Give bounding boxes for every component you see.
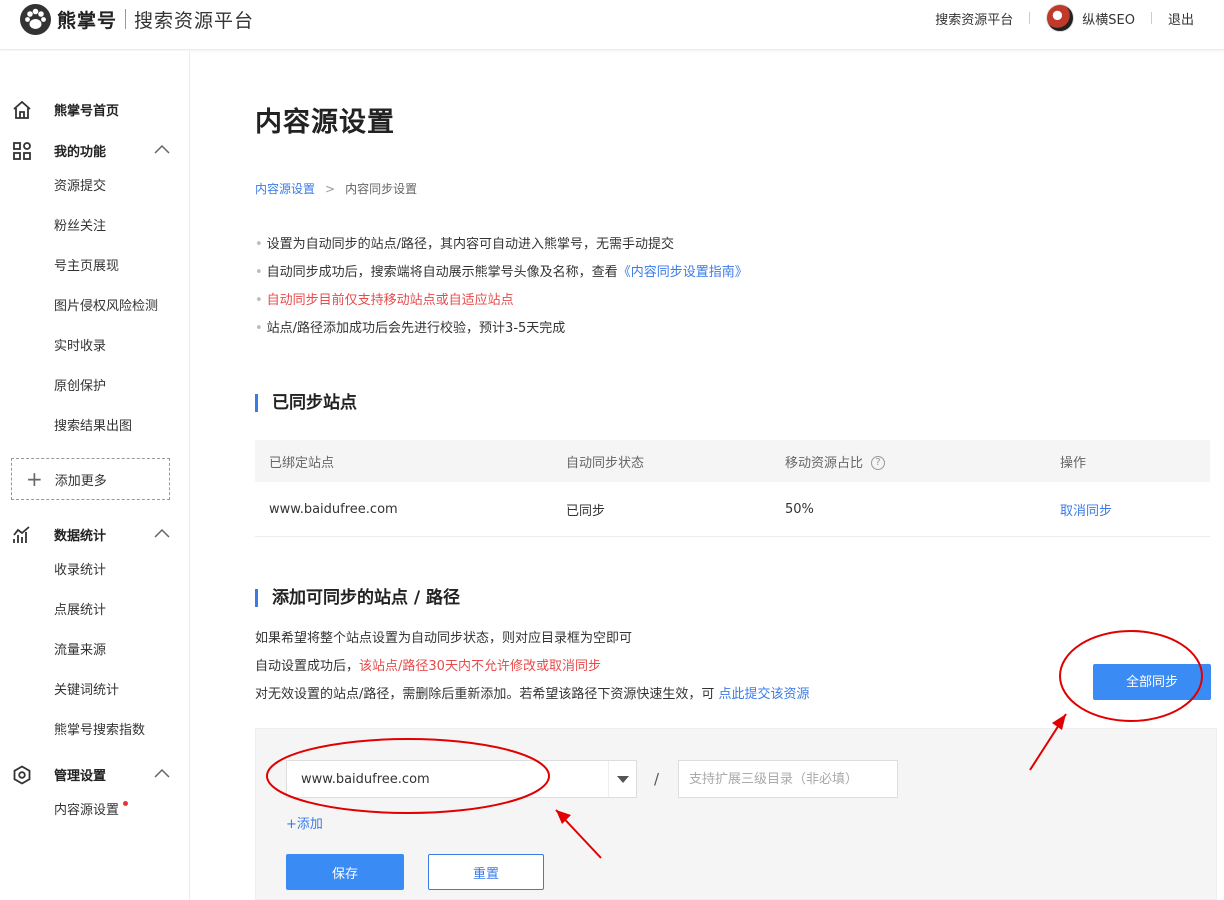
table-row: www.baidufree.com 已同步 50% 取消同步 xyxy=(255,482,1210,537)
breadcrumb: 内容源设置 > 内容同步设置 xyxy=(255,180,417,197)
sidebar-item-traffic-source[interactable]: 流量来源 xyxy=(54,641,106,661)
note-item: 自动同步成功后，搜索端将自动展示熊掌号头像及名称，查看《内容同步设置指南》 xyxy=(255,264,748,292)
breadcrumb-root[interactable]: 内容源设置 xyxy=(255,182,315,196)
nav-platform-link[interactable]: 搜索资源平台 xyxy=(935,9,1013,28)
paw-logo-icon xyxy=(20,3,51,35)
sidebar-item-keyword-stats[interactable]: 关键词统计 xyxy=(54,681,119,701)
cell-status: 已同步 xyxy=(566,503,606,519)
sidebar-item-label: 熊掌号首页 xyxy=(54,103,120,119)
column-header-label: 移动资源占比 xyxy=(785,455,864,471)
sidebar-group-label: 管理设置 xyxy=(54,768,107,784)
sidebar-item-search-index[interactable]: 熊掌号搜索指数 xyxy=(54,721,145,741)
logout-link[interactable]: 退出 xyxy=(1168,9,1194,28)
logo[interactable]: 熊掌号 搜索资源平台 xyxy=(20,3,255,35)
sidebar-item-home[interactable]: 熊掌号首页 xyxy=(0,94,190,124)
site-select-value: www.baidufree.com xyxy=(301,771,430,787)
sidebar-group-my-functions[interactable]: 我的功能 xyxy=(0,135,190,165)
brand-name: 熊掌号 xyxy=(57,9,118,32)
breadcrumb-current: 内容同步设置 xyxy=(345,182,418,196)
add-more-button[interactable]: + 添加更多 xyxy=(11,458,170,500)
sidebar-item-label: 内容源设置 xyxy=(54,803,120,818)
nav-divider xyxy=(1150,12,1152,24)
username[interactable]: 纵横SEO xyxy=(1082,9,1135,28)
column-header: 已绑定站点 xyxy=(269,455,335,471)
desc-text: 自动设置成功后， xyxy=(255,659,360,674)
chevron-up-icon[interactable] xyxy=(154,528,170,538)
submit-resource-link[interactable]: 点此提交该资源 xyxy=(719,687,810,702)
new-dot-badge xyxy=(123,801,129,806)
notes-list: 设置为自动同步的站点/路径，其内容可自动进入熊掌号，无需手动提交 自动同步成功后… xyxy=(255,236,748,348)
home-icon xyxy=(13,100,31,119)
brand-divider xyxy=(125,9,127,29)
add-more-label: 添加更多 xyxy=(54,473,107,489)
chevron-up-icon[interactable] xyxy=(154,144,170,154)
cancel-sync-link[interactable]: 取消同步 xyxy=(1060,500,1112,519)
desc-line: 如果希望将整个站点设置为自动同步状态，则对应目录框为空即可 xyxy=(255,631,633,646)
sidebar: 熊掌号首页 我的功能 资源提交 粉丝关注 号主页展现 图片侵权风险检测 实时收录… xyxy=(0,51,190,900)
sidebar-item-content-source[interactable]: 内容源设置 xyxy=(54,801,129,821)
desc-line: 自动设置成功后，该站点/路径30天内不允许修改或取消同步 xyxy=(255,658,810,686)
column-header: 自动同步状态 xyxy=(566,455,645,471)
note-item-warning: 自动同步目前仅支持移动站点或自适应站点 xyxy=(255,292,748,320)
note-text: 自动同步成功后，搜索端将自动展示熊掌号头像及名称，查看 xyxy=(266,265,618,280)
chevron-up-icon[interactable] xyxy=(154,768,170,778)
site-select[interactable]: www.baidufree.com xyxy=(286,760,637,798)
sidebar-group-manage[interactable]: 管理设置 xyxy=(0,759,190,789)
add-description: 如果希望将整个站点设置为自动同步状态，则对应目录框为空即可 自动设置成功后，该站… xyxy=(255,630,810,714)
desc-line: 对无效设置的站点/路径，需删除后重新添加。若希望该路径下资源快速生效，可 点此提… xyxy=(255,686,810,714)
add-site-form: www.baidufree.com / +添加 保存 重置 xyxy=(255,728,1217,900)
grid-icon xyxy=(13,142,31,160)
page-title: 内容源设置 xyxy=(255,107,395,138)
cell-ratio: 50% xyxy=(785,501,814,517)
desc-text: 对无效设置的站点/路径，需删除后重新添加。若希望该路径下资源快速生效，可 xyxy=(255,687,719,702)
chart-icon xyxy=(13,526,30,543)
guide-link[interactable]: 《内容同步设置指南》 xyxy=(618,265,748,280)
cell-site: www.baidufree.com xyxy=(269,501,398,517)
plus-icon: + xyxy=(26,467,43,491)
sidebar-item-index-stats[interactable]: 收录统计 xyxy=(54,561,106,581)
sidebar-group-stats[interactable]: 数据统计 xyxy=(0,519,190,549)
breadcrumb-separator-icon: > xyxy=(325,182,336,196)
sidebar-item-fans[interactable]: 粉丝关注 xyxy=(54,217,106,237)
path-separator: / xyxy=(654,770,660,788)
settings-icon xyxy=(13,765,31,785)
sidebar-item-click-stats[interactable]: 点展统计 xyxy=(54,601,106,621)
sidebar-item-realtime-index[interactable]: 实时收录 xyxy=(54,337,106,357)
top-right-nav: 搜索资源平台 纵横SEO 退出 xyxy=(935,0,1194,36)
table-header: 已绑定站点 自动同步状态 移动资源占比? 操作 xyxy=(255,440,1210,482)
dropdown-arrow-icon[interactable] xyxy=(608,761,636,797)
column-header: 移动资源占比? xyxy=(785,452,886,471)
sidebar-group-label: 我的功能 xyxy=(54,144,107,160)
sidebar-item-image-risk[interactable]: 图片侵权风险检测 xyxy=(54,297,158,317)
note-item: 站点/路径添加成功后会先进行校验，预计3-5天完成 xyxy=(255,320,748,348)
reset-button[interactable]: 重置 xyxy=(428,854,544,890)
sidebar-item-resource-submit[interactable]: 资源提交 xyxy=(54,177,106,197)
sidebar-group-label: 数据统计 xyxy=(54,528,107,544)
add-row-link[interactable]: +添加 xyxy=(286,813,323,832)
sidebar-item-original-protect[interactable]: 原创保护 xyxy=(54,377,106,397)
help-icon[interactable]: ? xyxy=(871,456,886,470)
sync-all-button[interactable]: 全部同步 xyxy=(1093,664,1211,700)
avatar[interactable] xyxy=(1046,4,1075,32)
sidebar-item-search-image[interactable]: 搜索结果出图 xyxy=(54,417,132,437)
synced-section-title: 已同步站点 xyxy=(255,394,357,412)
synced-table: 已绑定站点 自动同步状态 移动资源占比? 操作 www.baidufree.co… xyxy=(255,440,1210,537)
top-bar: 熊掌号 搜索资源平台 搜索资源平台 纵横SEO 退出 xyxy=(0,0,1224,50)
add-section-title: 添加可同步的站点 / 路径 xyxy=(255,589,460,607)
platform-name: 搜索资源平台 xyxy=(134,9,255,32)
path-input[interactable] xyxy=(678,760,898,798)
note-item: 设置为自动同步的站点/路径，其内容可自动进入熊掌号，无需手动提交 xyxy=(255,236,748,264)
column-header: 操作 xyxy=(1060,455,1087,471)
sidebar-item-homepage-display[interactable]: 号主页展现 xyxy=(54,257,119,277)
desc-warning: 该站点/路径30天内不允许修改或取消同步 xyxy=(359,659,601,674)
save-button[interactable]: 保存 xyxy=(286,854,404,890)
nav-divider xyxy=(1029,12,1031,24)
